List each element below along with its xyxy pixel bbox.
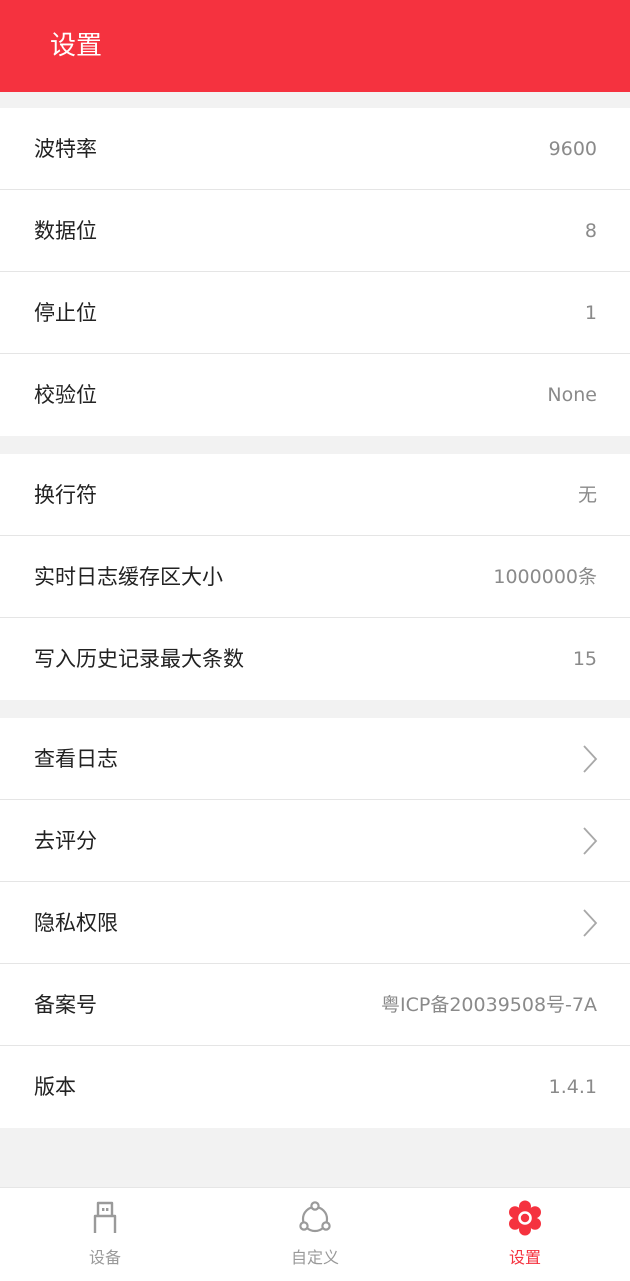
- setting-log-buffer-size[interactable]: 实时日志缓存区大小 1000000条: [0, 536, 630, 618]
- history-max-label: 写入历史记录最大条数: [34, 647, 244, 671]
- privacy-label: 隐私权限: [34, 911, 118, 935]
- tab-settings[interactable]: 设置: [465, 1188, 585, 1281]
- rate-app-item[interactable]: 去评分: [0, 800, 630, 882]
- data-bits-value: 8: [584, 220, 597, 242]
- tab-custom[interactable]: 自定义: [255, 1188, 375, 1281]
- chevron-right-icon: [583, 909, 598, 937]
- misc-section: 查看日志 去评分 隐私权限 备案号 粤ICP备20039508号-7A 版本 1…: [0, 718, 630, 1128]
- log-settings-section: 换行符 无 实时日志缓存区大小 1000000条 写入历史记录最大条数 15: [0, 454, 630, 700]
- setting-baud-rate[interactable]: 波特率 9600: [0, 108, 630, 190]
- parity-label: 校验位: [34, 383, 97, 407]
- setting-stop-bits[interactable]: 停止位 1: [0, 272, 630, 354]
- baud-rate-value: 9600: [548, 138, 597, 160]
- log-buffer-value: 1000000条: [493, 566, 597, 588]
- tab-device-label: 设备: [88, 1248, 121, 1267]
- view-log-item[interactable]: 查看日志: [0, 718, 630, 800]
- rate-app-label: 去评分: [34, 829, 97, 853]
- page-title: 设置: [50, 31, 103, 61]
- version-label: 版本: [34, 1075, 76, 1099]
- share-circle-icon: [299, 1201, 331, 1233]
- icp-record-item[interactable]: 备案号 粤ICP备20039508号-7A: [0, 964, 630, 1046]
- setting-parity[interactable]: 校验位 None: [0, 354, 630, 436]
- app-header: 设置: [0, 0, 630, 92]
- parity-value: None: [547, 384, 597, 406]
- setting-history-max[interactable]: 写入历史记录最大条数 15: [0, 618, 630, 700]
- tab-settings-label: 设置: [508, 1248, 541, 1267]
- setting-data-bits[interactable]: 数据位 8: [0, 190, 630, 272]
- stop-bits-value: 1: [584, 302, 597, 324]
- log-buffer-label: 实时日志缓存区大小: [34, 565, 223, 589]
- baud-rate-label: 波特率: [34, 137, 97, 161]
- privacy-permissions-item[interactable]: 隐私权限: [0, 882, 630, 964]
- tab-device[interactable]: 设备: [45, 1188, 165, 1281]
- stop-bits-label: 停止位: [34, 301, 97, 325]
- newline-label: 换行符: [34, 483, 97, 507]
- history-max-value: 15: [572, 648, 597, 670]
- usb-device-icon: [93, 1201, 117, 1233]
- gear-icon: [509, 1200, 541, 1236]
- serial-settings-section: 波特率 9600 数据位 8 停止位 1 校验位 None: [0, 108, 630, 436]
- newline-value: 无: [577, 484, 597, 506]
- chevron-right-icon: [583, 745, 598, 773]
- view-log-label: 查看日志: [34, 747, 118, 771]
- setting-newline[interactable]: 换行符 无: [0, 454, 630, 536]
- icp-label: 备案号: [34, 993, 97, 1017]
- tab-custom-label: 自定义: [290, 1248, 339, 1267]
- icp-value: 粤ICP备20039508号-7A: [381, 994, 597, 1016]
- chevron-right-icon: [583, 827, 598, 855]
- bottom-tab-bar: 设备 自定义 设置: [0, 1187, 630, 1281]
- data-bits-label: 数据位: [34, 219, 97, 243]
- version-item: 版本 1.4.1: [0, 1046, 630, 1128]
- version-value: 1.4.1: [548, 1076, 597, 1098]
